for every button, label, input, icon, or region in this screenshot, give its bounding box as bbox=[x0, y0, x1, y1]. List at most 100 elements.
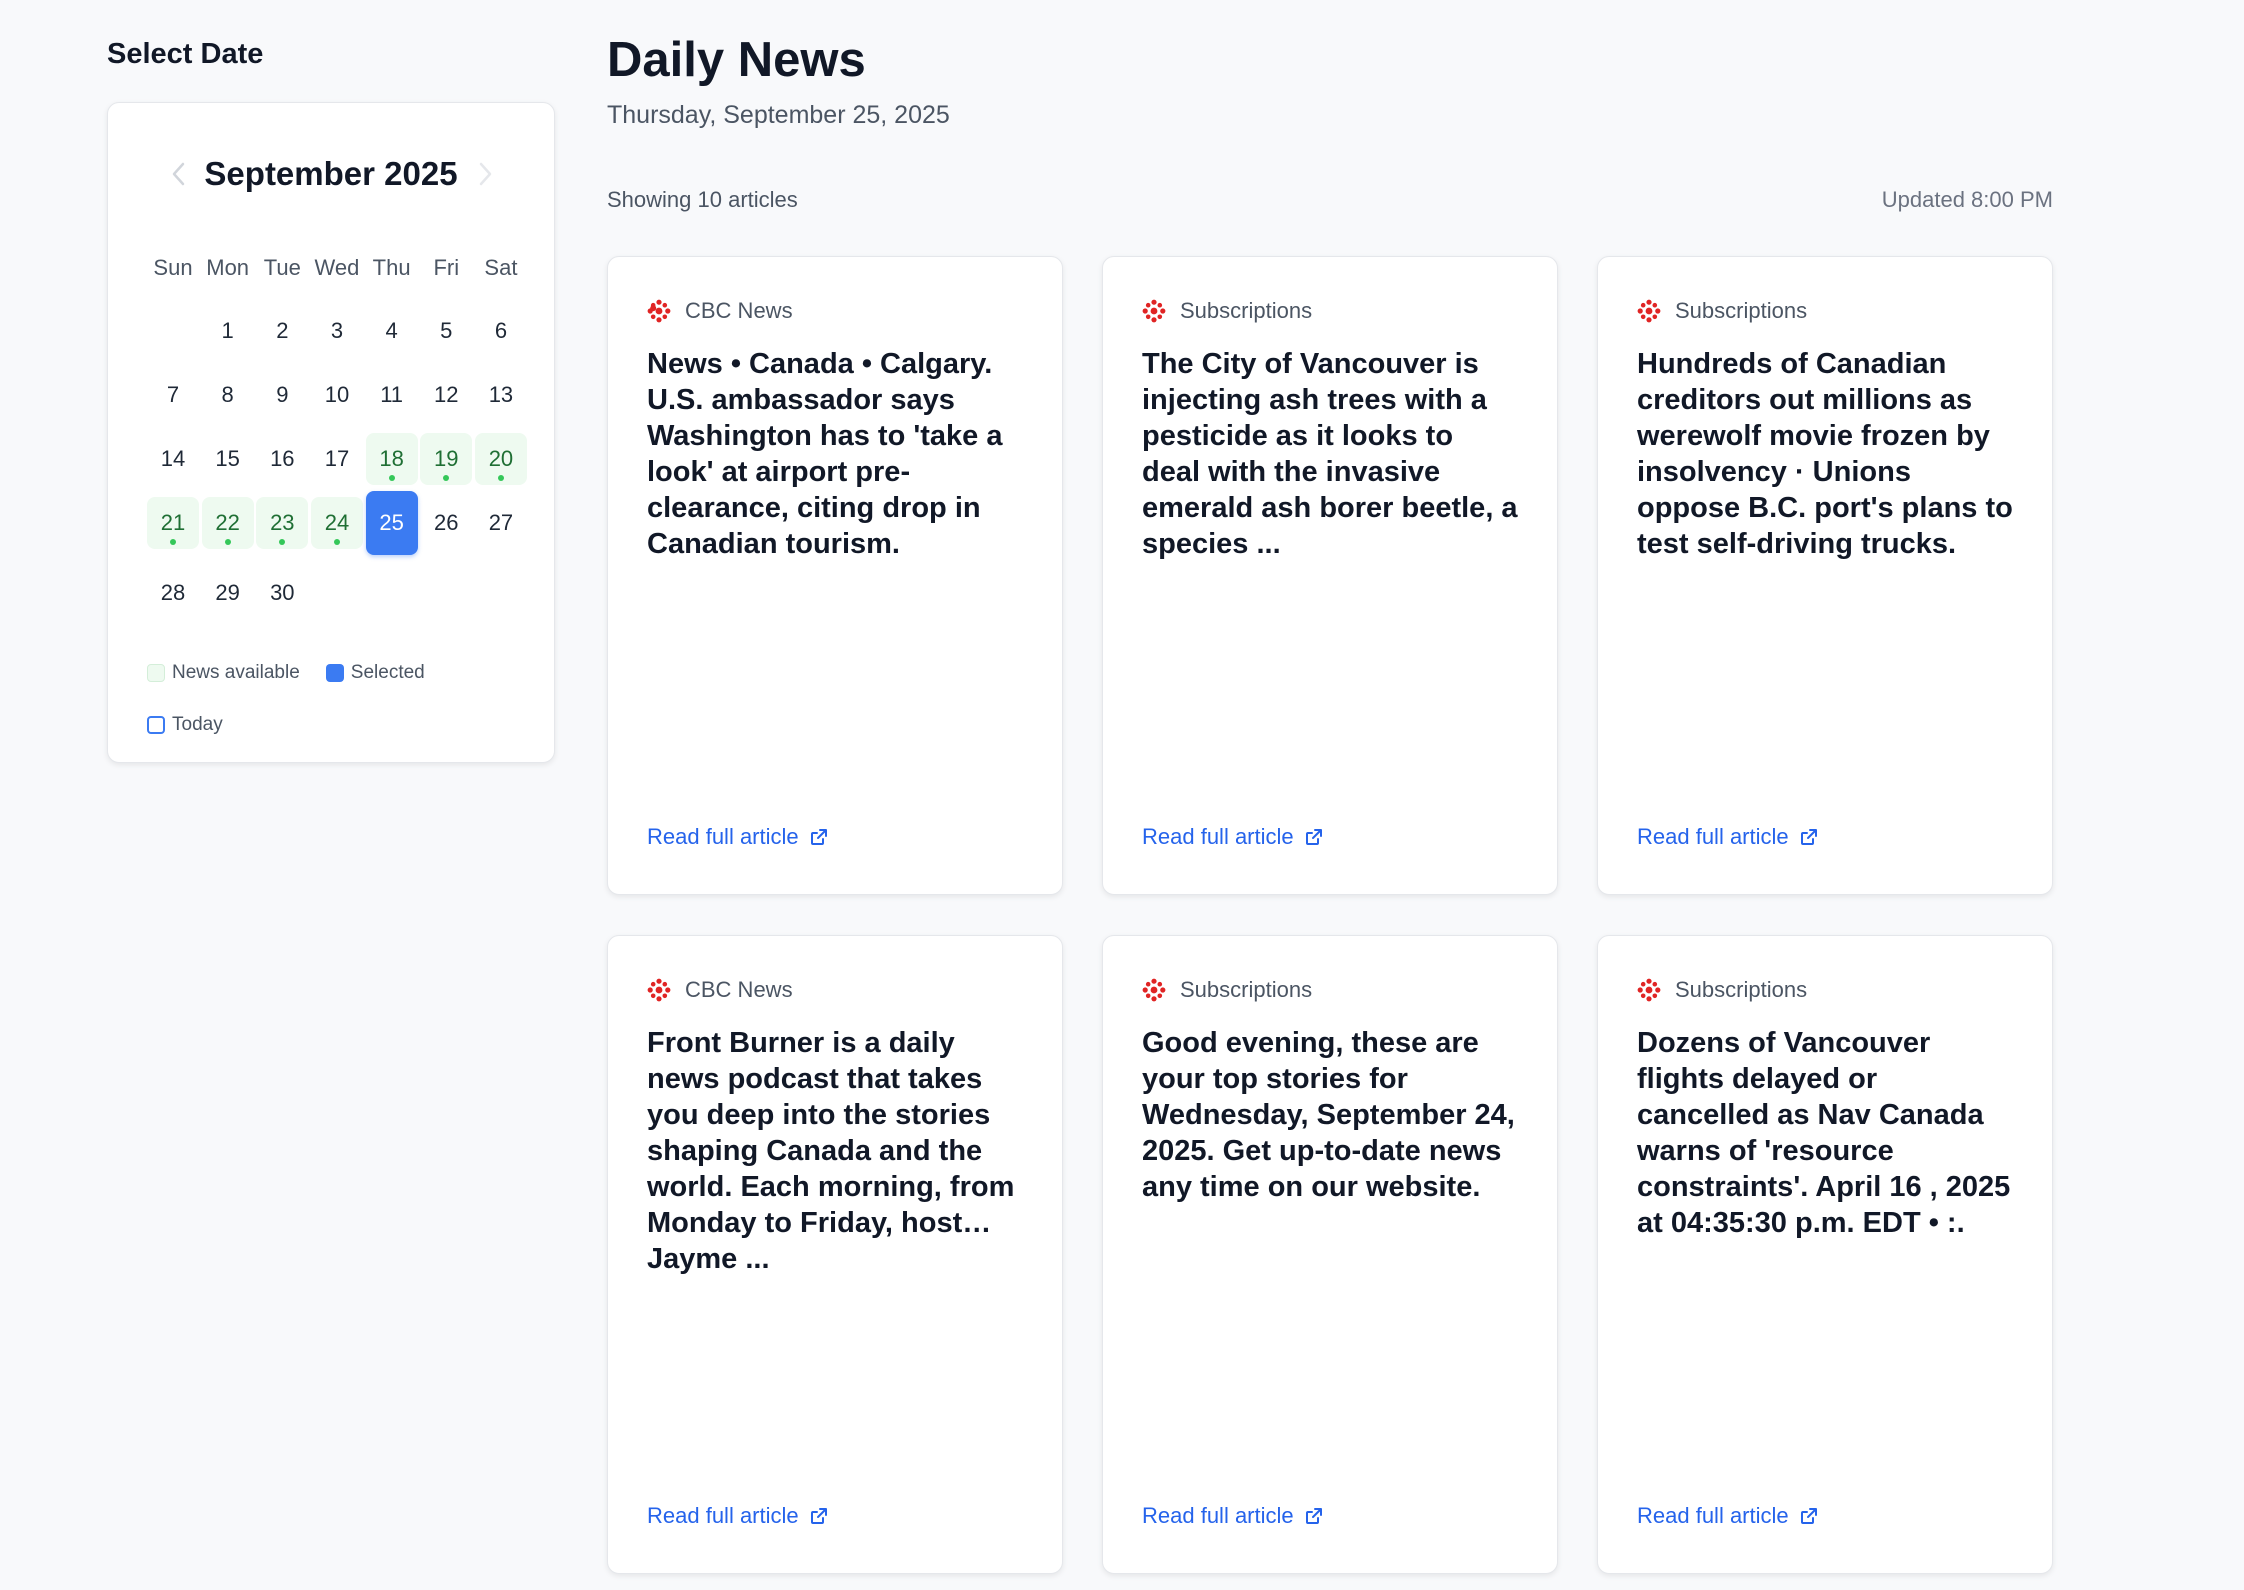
calendar-day-label: 8 bbox=[221, 382, 234, 407]
calendar-day[interactable]: 5 bbox=[420, 305, 472, 357]
article-source-label: CBC News bbox=[685, 977, 793, 1002]
calendar-day-label: 30 bbox=[270, 580, 295, 605]
selected-swatch-icon bbox=[325, 664, 344, 682]
news-available-dot-icon bbox=[224, 539, 231, 545]
article-card: Subscriptions Hundreds of Canadian credi… bbox=[1597, 256, 2053, 895]
calendar-day[interactable]: 10 bbox=[311, 369, 363, 421]
calendar-day-available[interactable]: 18 bbox=[365, 433, 418, 485]
calendar-day-label: 12 bbox=[434, 382, 459, 407]
calendar-day-label: 20 bbox=[488, 446, 514, 471]
calendar-day-label: 24 bbox=[324, 510, 350, 535]
calendar-day-label: 9 bbox=[276, 382, 289, 407]
read-full-article-label: Read full article bbox=[1637, 1503, 1789, 1528]
news-available-dot-icon bbox=[170, 539, 176, 545]
page: Select Date September 2025 Sun Mon Tue W… bbox=[0, 0, 2244, 1590]
calendar-day-available[interactable]: 19 bbox=[420, 433, 473, 485]
article-title: Dozens of Vancouver flights delayed or c… bbox=[1637, 1027, 2011, 1239]
calendar-day-selected[interactable]: 25 bbox=[365, 491, 418, 555]
page-date: Thursday, September 25, 2025 bbox=[607, 101, 950, 129]
calendar-day-available[interactable]: 24 bbox=[310, 497, 363, 549]
external-link-icon bbox=[1305, 1508, 1322, 1524]
calendar-day[interactable]: 17 bbox=[311, 433, 363, 485]
external-link-icon bbox=[1800, 829, 1817, 845]
read-full-article-link[interactable]: Read full article bbox=[1142, 1501, 1324, 1531]
calendar-day-available[interactable]: 23 bbox=[256, 497, 309, 549]
calendar-day[interactable]: 11 bbox=[366, 369, 418, 421]
calendar-day-label: 10 bbox=[324, 382, 350, 407]
chevron-left-icon bbox=[172, 162, 185, 186]
calendar-day-label: 27 bbox=[488, 510, 514, 535]
article-source: CBC News bbox=[647, 296, 1024, 326]
calendar: September 2025 Sun Mon Tue Wed Thu Fri S… bbox=[107, 102, 555, 763]
updated-time: Updated 8:00 PM bbox=[1881, 187, 2053, 212]
calendar-days: 1 2 3 4 5 6 7 8 9 10 11 12 13 14 15 16 17 18 19 20 21 22 23 24 2… bbox=[147, 305, 527, 619]
calendar-day[interactable]: 9 bbox=[256, 369, 308, 421]
calendar-day-label: 26 bbox=[434, 510, 459, 535]
calendar-day[interactable]: 8 bbox=[202, 369, 254, 421]
calendar-day[interactable]: 1 bbox=[202, 305, 254, 357]
read-full-article-link[interactable]: Read full article bbox=[1142, 822, 1324, 852]
sidebar: Select Date September 2025 Sun Mon Tue W… bbox=[107, 34, 555, 763]
articles-grid: CBC News News • Canada • Calgary. U.S. a… bbox=[607, 256, 2053, 1574]
calendar-day[interactable]: 29 bbox=[202, 567, 254, 619]
article-count: Showing 10 articles bbox=[607, 187, 798, 212]
article-title: Good evening, these are your top stories… bbox=[1142, 1027, 1515, 1203]
calendar-day-available[interactable]: 21 bbox=[147, 497, 199, 549]
article-card: Subscriptions Good evening, these are yo… bbox=[1102, 935, 1558, 1574]
calendar-day[interactable]: 27 bbox=[475, 497, 527, 549]
calendar-day[interactable]: 7 bbox=[147, 369, 199, 421]
cbc-gem-icon bbox=[1637, 978, 1661, 1002]
calendar-prev-button[interactable] bbox=[158, 149, 198, 199]
read-full-article-label: Read full article bbox=[1142, 824, 1294, 849]
legend-available: News available bbox=[147, 662, 300, 684]
external-link-icon bbox=[810, 829, 827, 845]
calendar-day[interactable]: 16 bbox=[256, 433, 308, 485]
legend-today: Today bbox=[147, 714, 223, 736]
calendar-next-button[interactable] bbox=[466, 149, 506, 199]
calendar-day[interactable]: 28 bbox=[147, 567, 199, 619]
calendar-day[interactable]: 26 bbox=[420, 497, 472, 549]
calendar-day-label: 6 bbox=[494, 318, 508, 343]
external-link-icon bbox=[1800, 1508, 1817, 1524]
cbc-gem-icon bbox=[1142, 978, 1166, 1002]
calendar-day[interactable]: 12 bbox=[420, 369, 472, 421]
today-swatch-icon bbox=[147, 716, 165, 734]
cbc-gem-icon bbox=[1637, 299, 1661, 323]
read-full-article-link[interactable]: Read full article bbox=[1637, 1501, 1819, 1531]
page-title: Daily News bbox=[607, 33, 866, 87]
calendar-day[interactable]: 4 bbox=[366, 305, 418, 357]
news-available-dot-icon bbox=[497, 475, 504, 481]
article-source: Subscriptions bbox=[1637, 296, 2014, 326]
calendar-day-available[interactable]: 22 bbox=[201, 497, 254, 549]
calendar-day-label: 4 bbox=[385, 318, 398, 343]
sidebar-title: Select Date bbox=[107, 38, 264, 70]
chevron-right-icon bbox=[479, 162, 492, 186]
read-full-article-link[interactable]: Read full article bbox=[647, 822, 829, 852]
read-full-article-label: Read full article bbox=[647, 1503, 799, 1528]
legend-selected-label: Selected bbox=[350, 662, 425, 683]
calendar-day[interactable]: 30 bbox=[256, 567, 308, 619]
news-available-dot-icon bbox=[388, 475, 395, 481]
article-source: CBC News bbox=[647, 975, 1024, 1005]
calendar-day-label: 19 bbox=[434, 446, 459, 471]
calendar-day[interactable]: 13 bbox=[475, 369, 527, 421]
calendar-day-label: 15 bbox=[215, 446, 240, 471]
article-source-label: CBC News bbox=[685, 298, 793, 323]
article-card: CBC News Front Burner is a daily news po… bbox=[607, 935, 1063, 1574]
calendar-day[interactable]: 3 bbox=[311, 305, 363, 357]
calendar-day[interactable]: 6 bbox=[475, 305, 527, 357]
calendar-day[interactable]: 2 bbox=[256, 305, 308, 357]
read-full-article-link[interactable]: Read full article bbox=[647, 1501, 829, 1531]
calendar-day-label: 21 bbox=[160, 510, 186, 535]
calendar-day-available[interactable]: 20 bbox=[474, 433, 527, 485]
read-full-article-link[interactable]: Read full article bbox=[1637, 822, 1819, 852]
calendar-day[interactable]: 14 bbox=[147, 433, 199, 485]
cbc-gem-icon bbox=[1142, 299, 1166, 323]
weekday-label: Sun bbox=[153, 255, 193, 280]
cbc-gem-icon bbox=[647, 978, 671, 1002]
calendar-weekdays: Sun Mon Tue Wed Thu Fri Sat bbox=[147, 248, 527, 288]
calendar-day-label: 22 bbox=[215, 510, 240, 535]
calendar-day[interactable]: 15 bbox=[202, 433, 254, 485]
news-available-dot-icon bbox=[443, 475, 450, 481]
read-full-article-label: Read full article bbox=[1142, 1503, 1294, 1528]
